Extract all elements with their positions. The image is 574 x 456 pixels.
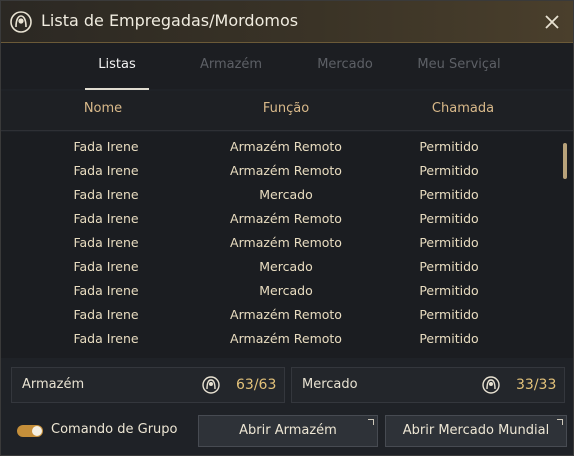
window-title: Lista de Empregadas/Mordomos: [41, 11, 299, 30]
column-header-name: Nome: [83, 101, 123, 116]
open-world-market-button[interactable]: Abrir Mercado Mundial: [385, 415, 567, 447]
toggle-knob: [32, 426, 42, 436]
open-storage-button-label: Abrir Armazém: [239, 423, 337, 438]
maid-role: Mercado: [259, 259, 313, 274]
maid-call-status: Permitido: [419, 187, 479, 202]
maid-list-window: Lista de Empregadas/Mordomos Listas Arma…: [0, 0, 574, 456]
maid-name: Fada Irene: [73, 211, 139, 226]
maid-call-status: Permitido: [419, 283, 479, 298]
maid-name: Fada Irene: [73, 187, 139, 202]
list-item[interactable]: Fada Irene Armazém Remoto Permitido: [1, 135, 561, 159]
tab-market[interactable]: Mercado: [305, 57, 385, 72]
open-world-market-button-label: Abrir Mercado Mundial: [402, 423, 550, 438]
tab-my-servant[interactable]: Meu Serviçal: [405, 57, 513, 72]
maid-role: Armazém Remoto: [230, 331, 342, 346]
maid-call-status: Permitido: [419, 139, 479, 154]
list-item[interactable]: Fada Irene Armazém Remoto Permitido: [1, 159, 561, 183]
column-header-call: Chamada: [431, 101, 495, 116]
maid-name: Fada Irene: [73, 283, 139, 298]
maid-call-status: Permitido: [419, 163, 479, 178]
maid-call-status: Permitido: [419, 331, 479, 346]
maid-call-status: Permitido: [419, 235, 479, 250]
popout-corner-icon: [368, 419, 374, 425]
market-summary-label: Mercado: [302, 377, 358, 392]
list-item[interactable]: Fada Irene Mercado Permitido: [1, 255, 561, 279]
maid-silhouette-icon: [10, 11, 32, 33]
popout-corner-icon: [557, 419, 563, 425]
maid-name: Fada Irene: [73, 139, 139, 154]
maid-name: Fada Irene: [73, 259, 139, 274]
list-item[interactable]: Fada Irene Mercado Permitido: [1, 183, 561, 207]
list-item[interactable]: Fada Irene Armazém Remoto Permitido: [1, 207, 561, 231]
title-bar[interactable]: Lista de Empregadas/Mordomos: [1, 1, 573, 43]
maid-role: Armazém Remoto: [230, 163, 342, 178]
storage-summary: Armazém 63/63: [11, 367, 285, 403]
active-tab-indicator: [85, 88, 149, 90]
maid-role: Armazém Remoto: [230, 139, 342, 154]
list-item[interactable]: Fada Irene Armazém Remoto Permitido: [1, 327, 561, 351]
maid-role: Armazém Remoto: [230, 307, 342, 322]
maid-name: Fada Irene: [73, 331, 139, 346]
list-item[interactable]: Fada Irene Armazém Remoto Permitido: [1, 303, 561, 327]
maid-list: Fada Irene Armazém Remoto Permitido Fada Ir…: [1, 132, 573, 358]
tab-storage[interactable]: Armazém: [191, 57, 271, 72]
maid-name: Fada Irene: [73, 235, 139, 250]
storage-summary-label: Armazém: [22, 377, 85, 392]
maid-call-status: Permitido: [419, 307, 479, 322]
group-command-label: Comando de Grupo: [51, 422, 178, 437]
maid-role: Armazém Remoto: [230, 211, 342, 226]
maid-role: Mercado: [259, 283, 313, 298]
tab-bar: Listas Armazém Mercado Meu Serviçal: [1, 43, 573, 89]
maid-role: Armazém Remoto: [230, 235, 342, 250]
market-summary-count: 33/33: [516, 377, 557, 393]
list-item[interactable]: Fada Irene Armazém Remoto Permitido: [1, 231, 561, 255]
maid-name: Fada Irene: [73, 163, 139, 178]
maid-silhouette-icon: [482, 376, 500, 394]
maid-name: Fada Irene: [73, 307, 139, 322]
maid-call-status: Permitido: [419, 259, 479, 274]
group-command-toggle[interactable]: [17, 425, 43, 437]
market-summary: Mercado 33/33: [291, 367, 565, 403]
close-icon[interactable]: [543, 13, 561, 31]
column-headers: Nome Função Chamada: [1, 91, 573, 131]
maid-silhouette-icon: [202, 376, 220, 394]
tab-lists[interactable]: Listas: [85, 57, 149, 72]
maid-call-status: Permitido: [419, 211, 479, 226]
maid-role: Mercado: [259, 187, 313, 202]
column-header-role: Função: [262, 101, 310, 116]
list-scrollbar[interactable]: [563, 143, 567, 179]
storage-summary-count: 63/63: [236, 377, 277, 393]
list-item[interactable]: Fada Irene Mercado Permitido: [1, 279, 561, 303]
open-storage-button[interactable]: Abrir Armazém: [198, 415, 378, 447]
